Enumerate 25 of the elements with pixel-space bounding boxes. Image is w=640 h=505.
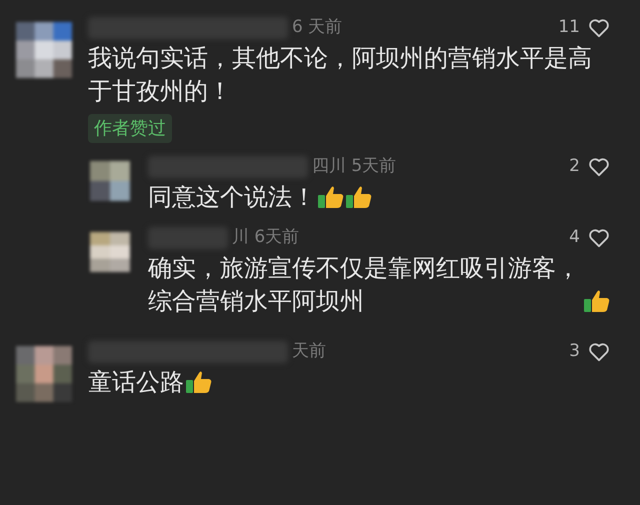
comment-text: 同意这个说法！ xyxy=(148,182,316,213)
comment-time: 四川 5天前 xyxy=(312,155,396,178)
heart-icon[interactable] xyxy=(588,18,610,38)
comment-time: 天前 xyxy=(292,340,326,364)
like-count: 11 xyxy=(558,16,580,40)
like-count: 2 xyxy=(569,155,580,178)
like-count: 4 xyxy=(569,226,580,250)
avatar-icon xyxy=(16,346,72,402)
author-liked-badge: 作者赞过 xyxy=(88,114,172,143)
like-count: 3 xyxy=(569,340,580,364)
avatar-icon xyxy=(90,161,130,201)
heart-icon[interactable] xyxy=(588,157,610,177)
comment-text: 童话公路 xyxy=(88,367,184,398)
comment-time: 6 天前 xyxy=(292,16,342,40)
thumbs-up-icon xyxy=(584,289,610,313)
heart-icon[interactable] xyxy=(588,228,610,248)
avatar-icon xyxy=(90,232,130,272)
comment-time: 川 6天前 xyxy=(232,226,300,250)
avatar-icon xyxy=(16,22,72,78)
thumbs-up-icon xyxy=(186,370,212,394)
thumbs-up-icon xyxy=(346,185,372,209)
heart-icon[interactable] xyxy=(588,342,610,362)
comment-text: 我说句实话，其他不论，阿坝州的营销水平是高于甘孜州的！ xyxy=(88,43,593,107)
comment-text: 确实，旅游宣传不仅是靠网红吸引游客，综合营销水平阿坝州 xyxy=(148,253,581,317)
thumbs-up-icon xyxy=(318,185,344,209)
